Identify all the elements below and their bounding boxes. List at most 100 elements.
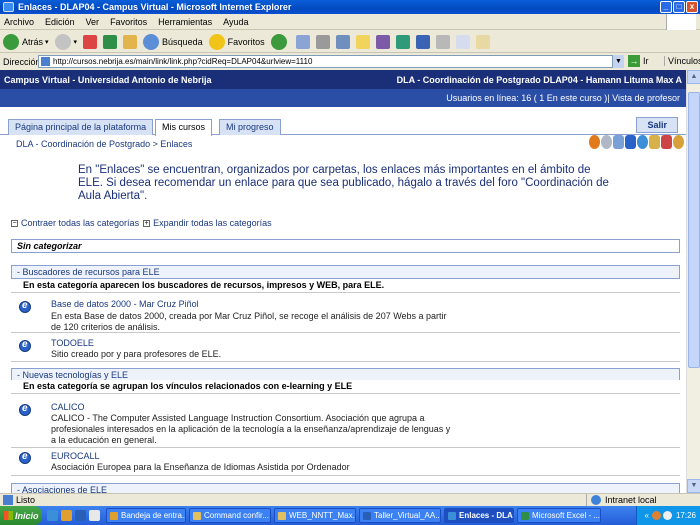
search-icon [143,33,160,50]
address-dropdown[interactable]: ▼ [612,55,624,68]
folder-icon[interactable] [625,135,636,149]
menu-edicion[interactable]: Edición [45,17,75,27]
group-icon[interactable] [673,135,684,149]
close-button[interactable]: x [686,1,698,13]
links-button[interactable]: Vínculos [664,56,700,66]
font-button[interactable] [415,34,430,49]
task-button[interactable]: Bandeja de entra... [106,508,186,523]
forward-arrow-icon [54,33,71,50]
online-users-text[interactable]: Usuarios en línea: 16 ( 1 En este curso … [446,93,680,103]
address-input[interactable]: http://cursos.nebrija.es/main/link/link.… [38,55,624,68]
link-title[interactable]: CALICO [51,402,85,412]
list-item: EUROCALL Asociación Europea para la Ense… [11,448,680,476]
word-icon [363,511,371,520]
breadcrumb-row: DLA - Coordinación de Postgrado > Enlace… [0,135,686,155]
breadcrumb: DLA - Coordinación de Postgrado > Enlace… [16,139,192,149]
back-button[interactable]: Atrás ▾ [3,33,49,50]
task-button[interactable]: Microsoft Excel - ... [517,508,601,523]
discuss-button[interactable] [355,34,370,49]
cut-button[interactable] [435,34,450,49]
task-button[interactable]: Command confir... [189,508,271,523]
font-icon [415,34,430,49]
go-button[interactable]: → Ir [628,55,649,67]
favorites-button[interactable]: Favoritos [208,33,265,50]
expand-icon[interactable]: + [143,219,151,227]
start-button[interactable]: Inicio [0,506,42,525]
mail-button[interactable] [295,34,310,49]
menu-ayuda[interactable]: Ayuda [223,17,248,27]
vertical-scrollbar[interactable]: ▲ ▼ [686,70,700,493]
tab-home[interactable]: Página principal de la plataforma [8,119,154,135]
expand-all-link[interactable]: Expandir todas las categorías [153,218,272,228]
breadcrumb-current[interactable]: Enlaces [160,139,192,149]
chat-icon[interactable] [589,135,600,149]
breadcrumb-course-link[interactable]: DLA - Coordinación de Postgrado [16,139,150,149]
intranet-icon [591,495,601,505]
tab-my-courses[interactable]: Mis cursos [155,119,213,136]
category-header[interactable]: - Buscadores de recursos para ELE [11,265,680,279]
scroll-down-icon[interactable]: ▼ [687,479,700,493]
link-icon[interactable] [19,300,31,313]
menu-herramientas[interactable]: Herramientas [158,17,212,27]
link-icon[interactable] [19,451,31,464]
edit-button[interactable] [335,34,350,49]
list-item: CALICO CALICO - The Computer Assisted La… [11,396,680,448]
refresh-button[interactable] [103,34,118,49]
collapse-all-link[interactable]: Contraer todas las categorías [21,218,139,228]
paste-button[interactable] [475,34,490,49]
task-button[interactable]: Taller_Virtual_AA... [359,508,441,523]
menu-favoritos[interactable]: Favoritos [110,17,147,27]
users-icon[interactable] [649,135,660,149]
stop-button[interactable] [83,34,98,49]
copy-button[interactable] [455,34,470,49]
scroll-thumb[interactable] [688,92,700,368]
tab-my-progress[interactable]: Mi progreso [219,119,281,135]
link-description: Asociación Europea para la Enseñanza de … [51,462,350,472]
history-button[interactable] [270,33,290,50]
task-button-active[interactable]: Enlaces - DLAP... [444,508,514,523]
task-button[interactable]: WEB_NNTT_Max... [274,508,356,523]
search-label: Búsqueda [162,36,203,47]
forward-button[interactable]: ▾ [54,33,77,50]
logout-button[interactable]: Salir [636,117,678,133]
tool-icons [588,135,684,149]
menu-archivo[interactable]: Archivo [4,17,34,27]
document-icon[interactable] [613,135,624,149]
go-arrow-icon: → [628,55,640,67]
link-title[interactable]: EUROCALL [51,451,100,461]
tray-expand-icon[interactable]: « [645,511,649,520]
alert-icon[interactable] [661,135,672,149]
link-icon[interactable] [19,339,31,352]
outlook-quick-icon[interactable] [61,510,72,521]
minimize-button[interactable]: _ [660,1,672,13]
excel-icon [521,511,529,520]
cut-icon [435,34,450,49]
task-label: Microsoft Excel - ... [532,511,601,520]
maximize-button[interactable]: □ [673,1,685,13]
desktop-quick-icon[interactable] [89,510,100,521]
intro-text: En "Enlaces" se encuentran, organizados … [78,164,609,202]
breadcrumb-separator: > [150,139,161,149]
print-icon [315,34,330,49]
research-button[interactable] [375,34,390,49]
clock: 17:26 [675,511,696,520]
favorites-label: Favoritos [227,36,265,47]
scroll-up-icon[interactable]: ▲ [687,70,700,84]
search-button[interactable]: Búsqueda [143,33,203,50]
globe-icon[interactable] [637,135,648,149]
cd-icon[interactable] [601,135,612,149]
menu-ver[interactable]: Ver [86,17,100,27]
link-title[interactable]: Base de datos 2000 - Mar Cruz Piñol [51,299,199,309]
ie-quick-icon[interactable] [47,510,58,521]
collapse-icon[interactable]: − [11,219,18,227]
home-button[interactable] [123,34,138,49]
print-button[interactable] [315,34,330,49]
tray-icon[interactable] [662,511,672,520]
messenger-button[interactable] [395,34,410,49]
online-users-bar: Usuarios en línea: 16 ( 1 En este curso … [0,89,686,107]
word-quick-icon[interactable] [75,510,86,521]
link-title[interactable]: TODOELE [51,338,94,348]
tray-icon[interactable] [651,511,661,520]
link-icon[interactable] [19,403,31,416]
category-header[interactable]: - Asociaciones de ELE [11,483,680,493]
